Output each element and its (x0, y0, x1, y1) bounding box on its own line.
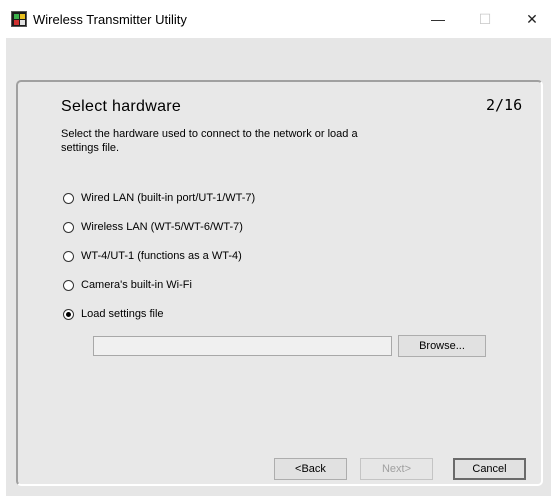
app-icon (11, 11, 27, 27)
next-button[interactable]: Next> (360, 458, 433, 480)
radio-camera-wifi[interactable] (63, 279, 74, 291)
option-label-wt4-ut1: WT-4/UT-1 (functions as a WT-4) (81, 250, 242, 262)
radio-load-settings[interactable] (63, 308, 74, 320)
radio-wired-lan[interactable] (63, 192, 74, 204)
browse-button[interactable]: Browse... (398, 335, 486, 357)
option-label-camera-wifi: Camera's built-in Wi-Fi (81, 279, 192, 291)
option-label-wireless-lan: Wireless LAN (WT-5/WT-6/WT-7) (81, 221, 243, 233)
option-wireless-lan[interactable]: Wireless LAN (WT-5/WT-6/WT-7) (63, 219, 243, 235)
back-button[interactable]: <Back (274, 458, 347, 480)
option-load-settings[interactable]: Load settings file (63, 306, 164, 322)
app-window: Wireless Transmitter Utility — ☐ ✕ Selec… (0, 0, 557, 502)
title-bar[interactable]: Wireless Transmitter Utility — ☐ ✕ (0, 0, 557, 38)
page-description: Select the hardware used to connect to t… (61, 128, 358, 154)
maximize-button[interactable]: ☐ (462, 0, 508, 38)
option-camera-wifi[interactable]: Camera's built-in Wi-Fi (63, 277, 192, 293)
option-wired-lan[interactable]: Wired LAN (built-in port/UT-1/WT-7) (63, 190, 255, 206)
option-label-load-settings: Load settings file (81, 308, 164, 320)
option-label-wired-lan: Wired LAN (built-in port/UT-1/WT-7) (81, 192, 256, 204)
radio-wireless-lan[interactable] (63, 221, 74, 233)
minimize-button[interactable]: — (415, 0, 461, 38)
option-wt4-ut1[interactable]: WT-4/UT-1 (functions as a WT-4) (63, 248, 242, 264)
page-title: Select hardware (61, 98, 182, 115)
page-indicator: 2/16 (486, 96, 523, 114)
close-button[interactable]: ✕ (509, 0, 555, 38)
radio-wt4-ut1[interactable] (63, 250, 74, 262)
window-title: Wireless Transmitter Utility (33, 12, 187, 27)
settings-file-path-input[interactable] (93, 336, 392, 356)
cancel-button[interactable]: Cancel (453, 458, 526, 480)
